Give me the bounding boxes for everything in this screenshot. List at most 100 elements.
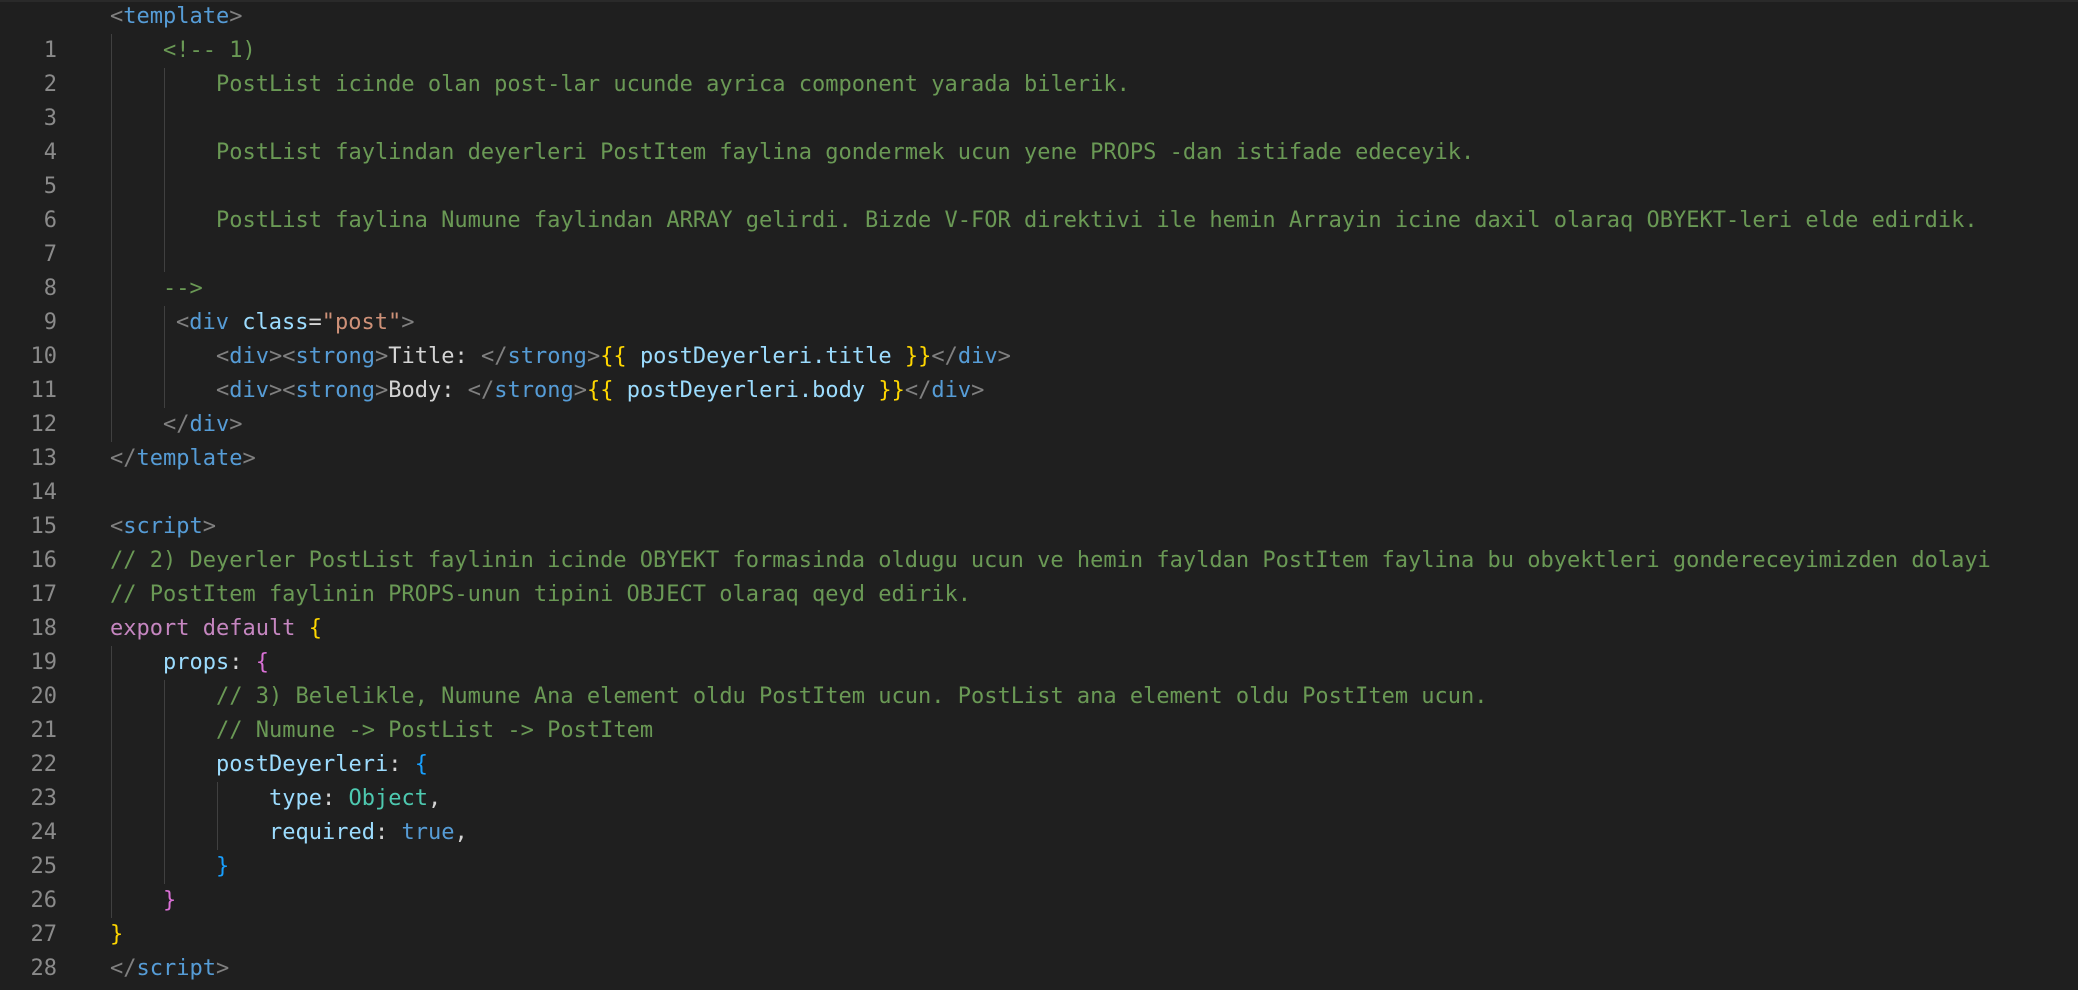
line-content: --> — [163, 272, 203, 306]
mustache-open: {{ — [586, 378, 614, 403]
code-line-6[interactable]: 6 — [0, 170, 2078, 233]
mustache-open: {{ — [600, 344, 627, 369]
code-line-10[interactable]: 10 <div class="post"> — [0, 306, 2078, 369]
indent-guide — [164, 170, 165, 204]
line-content: export default { — [110, 612, 322, 646]
line-content: required: true, — [269, 820, 468, 845]
indent-guide — [164, 68, 165, 102]
code-line-2[interactable]: 2 <!-- 1) — [0, 34, 2078, 97]
line-content: PostList icinde olan post-lar ucunde ayr… — [216, 68, 1130, 102]
script-close-tag: script — [136, 956, 216, 981]
post-deyerleri-key: postDeyerleri — [216, 752, 389, 777]
line-content: // 3) Belelikle, Numune Ana element oldu… — [216, 680, 1488, 714]
code-line-25[interactable]: 25 required: true, — [0, 816, 2078, 879]
code-line-7[interactable]: 7 PostList faylina Numune faylindan ARRA… — [0, 204, 2078, 267]
code-area[interactable]: 1 <template> 2 <!-- 1) 3 PostList icinde… — [0, 0, 2078, 986]
code-line-12[interactable]: 12 <div><strong>Body: </strong>{{ postDe… — [0, 374, 2078, 437]
div-open-tag: div — [189, 310, 229, 335]
comment-text: // PostItem faylinin PROPS-unun tipini O… — [110, 582, 971, 607]
brace-open: { — [414, 752, 428, 777]
code-line-5[interactable]: 5 PostList faylindan deyerleri PostItem … — [0, 136, 2078, 199]
code-line-26[interactable]: 26 } — [0, 850, 2078, 913]
code-line-21[interactable]: 21 // 3) Belelikle, Numune Ana element o… — [0, 680, 2078, 743]
class-value: "post" — [321, 310, 402, 335]
indent-guide — [164, 782, 165, 816]
div-close-tag: div — [931, 378, 972, 403]
strong-close-tag: strong — [494, 378, 574, 403]
code-line-22[interactable]: 22 // Numune -> PostList -> PostItem — [0, 714, 2078, 777]
code-line-23[interactable]: 23 postDeyerleri: { — [0, 748, 2078, 811]
code-line-17[interactable]: 17 // 2) Deyerler PostList faylinin icin… — [0, 544, 2078, 607]
indent-guide — [164, 238, 165, 272]
indent-guide — [111, 714, 112, 748]
export-default-keyword: export default — [110, 616, 296, 641]
code-line-28[interactable]: 28 } — [0, 918, 2078, 981]
indent-guide — [111, 238, 112, 272]
html-comment-end: --> — [163, 276, 203, 301]
indent-guide — [111, 782, 112, 816]
indent-guide — [217, 782, 218, 816]
mustache-close: }} — [904, 344, 932, 369]
line-content: </script> — [110, 956, 230, 981]
brace-open: { — [308, 616, 322, 641]
code-line-13[interactable]: 13 </div> — [0, 408, 2078, 471]
code-line-3[interactable]: 3 PostList icinde olan post-lar ucunde a… — [0, 68, 2078, 131]
line-content: // 2) Deyerler PostList faylinin icinde … — [110, 544, 1991, 578]
strong-close-tag: strong — [507, 344, 587, 369]
indent-guide — [111, 374, 112, 408]
code-line-1[interactable]: 1 <template> — [0, 0, 2078, 63]
brace-close: } — [163, 888, 177, 913]
code-line-16[interactable]: 16 <script> — [0, 510, 2078, 573]
title-expression: postDeyerleri.title — [639, 344, 892, 369]
code-line-4[interactable]: 4 — [0, 102, 2078, 165]
indent-guide — [111, 680, 112, 714]
brace-close: } — [110, 922, 124, 947]
code-line-29[interactable]: 29 </script> — [0, 952, 2078, 986]
indent-guide — [164, 850, 165, 884]
line-content: PostList faylindan deyerleri PostItem fa… — [216, 136, 1474, 170]
title-label: Title: — [388, 344, 481, 369]
line-content: <div class="post"> — [176, 310, 415, 335]
code-line-11[interactable]: 11 <div><strong>Title: </strong>{{ postD… — [0, 340, 2078, 403]
indent-guide — [164, 340, 165, 374]
comment-text: PostList faylina Numune faylindan ARRAY … — [216, 208, 1978, 233]
indent-guide — [111, 850, 112, 884]
code-line-27[interactable]: 27 } — [0, 884, 2078, 947]
code-line-14[interactable]: 14 </template> — [0, 442, 2078, 505]
code-line-9[interactable]: 9 --> — [0, 272, 2078, 335]
code-line-8[interactable]: 8 — [0, 238, 2078, 301]
line-content: // PostItem faylinin PROPS-unun tipini O… — [110, 578, 971, 612]
line-number: 29 — [0, 986, 57, 990]
line-content: } — [110, 918, 123, 952]
props-key: props — [163, 650, 230, 675]
body-label: Body: — [388, 378, 468, 403]
brace-open: { — [255, 650, 269, 675]
class-attribute: class — [242, 310, 309, 335]
indent-guide — [164, 204, 165, 238]
comment-text: // 2) Deyerler PostList faylinin icinde … — [110, 548, 1991, 573]
indent-guide — [111, 102, 112, 136]
type-value: Object — [348, 786, 428, 811]
code-line-18[interactable]: 18 // PostItem faylinin PROPS-unun tipin… — [0, 578, 2078, 641]
code-line-15[interactable]: 15 — [0, 476, 2078, 539]
line-content: } — [163, 884, 176, 918]
code-editor[interactable]: 1 <template> 2 <!-- 1) 3 PostList icinde… — [0, 0, 2078, 990]
body-expression: postDeyerleri.body — [626, 378, 866, 403]
indent-guide — [111, 272, 112, 306]
line-content: type: Object, — [269, 786, 442, 811]
template-open-tag: template — [123, 4, 230, 29]
code-line-20[interactable]: 20 props: { — [0, 646, 2078, 709]
indent-guide — [217, 816, 218, 850]
div-close-tag: div — [189, 412, 230, 437]
indent-guide — [111, 136, 112, 170]
indent-guide — [164, 816, 165, 850]
indent-guide — [111, 408, 112, 442]
brace-close: } — [216, 854, 230, 879]
indent-guide — [111, 884, 112, 918]
code-line-24[interactable]: 24 type: Object, — [0, 782, 2078, 845]
line-content: <div><strong>Body: </strong>{{ postDeyer… — [216, 378, 985, 403]
code-line-19[interactable]: 19 export default { — [0, 612, 2078, 675]
div-tag: div — [229, 344, 269, 369]
indent-guide — [111, 68, 112, 102]
indent-guide — [164, 102, 165, 136]
